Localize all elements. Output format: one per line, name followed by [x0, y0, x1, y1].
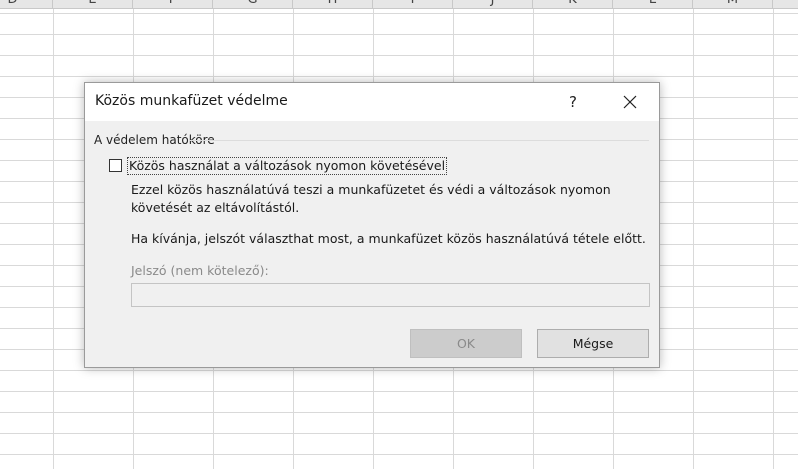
- group-divider: [189, 140, 649, 141]
- share-workbook-protection-dialog: Közös munkafüzet védelme ? A védelem hat…: [84, 82, 660, 368]
- column-header-m[interactable]: M: [693, 0, 773, 8]
- password-info-text: Ha kívánja, jelszót választhat most, a m…: [131, 231, 646, 246]
- share-with-track-changes-label[interactable]: Közös használat a változások nyomon köve…: [126, 157, 448, 175]
- column-header-i[interactable]: I: [373, 0, 453, 8]
- share-with-track-changes-checkbox[interactable]: [109, 159, 122, 172]
- column-header-row: D E F G H I J K L M: [0, 0, 798, 9]
- dialog-titlebar[interactable]: Közös munkafüzet védelme ?: [85, 83, 659, 121]
- column-header-k[interactable]: K: [533, 0, 613, 8]
- description-text: Ezzel közös használatúvá teszi a munkafü…: [131, 182, 611, 215]
- column-header-e[interactable]: E: [53, 0, 133, 8]
- cancel-button[interactable]: Mégse: [537, 329, 649, 358]
- help-button[interactable]: ?: [561, 91, 585, 113]
- dialog-title: Közös munkafüzet védelme: [95, 93, 288, 109]
- column-header-f[interactable]: F: [133, 0, 213, 8]
- column-header-g[interactable]: G: [213, 0, 293, 8]
- close-button[interactable]: [613, 89, 647, 115]
- column-header-d[interactable]: D: [0, 0, 53, 8]
- column-header-l[interactable]: L: [613, 0, 693, 8]
- password-label: Jelszó (nem kötelező):: [131, 263, 269, 278]
- ok-button[interactable]: OK: [410, 329, 522, 358]
- password-field[interactable]: [131, 283, 650, 307]
- column-header-j[interactable]: J: [453, 0, 533, 8]
- close-icon: [623, 95, 637, 109]
- column-header-h[interactable]: H: [293, 0, 373, 8]
